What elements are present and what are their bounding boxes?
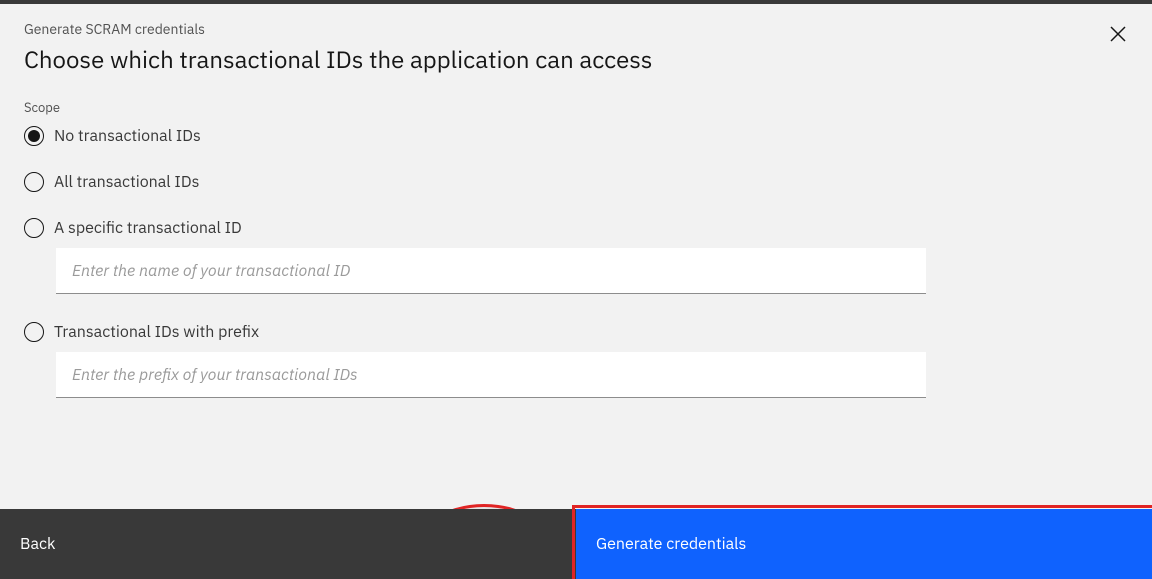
option-prefix-transactional-ids[interactable]: Transactional IDs with prefix	[24, 322, 1128, 342]
option-no-transactional-ids[interactable]: No transactional IDs	[24, 126, 1128, 146]
option-label: A specific transactional ID	[54, 218, 242, 238]
option-label: Transactional IDs with prefix	[54, 322, 259, 342]
scope-label: Scope	[24, 99, 1128, 116]
radio-icon	[24, 172, 44, 192]
page-subtitle: Generate SCRAM credentials	[24, 20, 1128, 38]
back-button-label: Back	[20, 534, 55, 554]
generate-button-label: Generate credentials	[596, 534, 746, 554]
back-button[interactable]: Back	[0, 509, 576, 579]
footer-bar: Back Generate credentials	[0, 509, 1152, 579]
content-area: Generate SCRAM credentials Choose which …	[0, 4, 1152, 398]
option-all-transactional-ids[interactable]: All transactional IDs	[24, 172, 1128, 192]
prefix-transactional-ids-input[interactable]	[56, 352, 926, 398]
specific-transactional-id-input[interactable]	[56, 248, 926, 294]
option-specific-transactional-id[interactable]: A specific transactional ID	[24, 218, 1128, 238]
modal-frame: Generate SCRAM credentials Choose which …	[0, 0, 1152, 579]
generate-credentials-button[interactable]: Generate credentials	[576, 509, 1152, 579]
option-label: All transactional IDs	[54, 172, 199, 192]
radio-icon	[24, 322, 44, 342]
radio-selected-icon	[24, 126, 44, 146]
radio-icon	[24, 218, 44, 238]
page-heading: Choose which transactional IDs the appli…	[24, 44, 1128, 75]
option-label: No transactional IDs	[54, 126, 201, 146]
